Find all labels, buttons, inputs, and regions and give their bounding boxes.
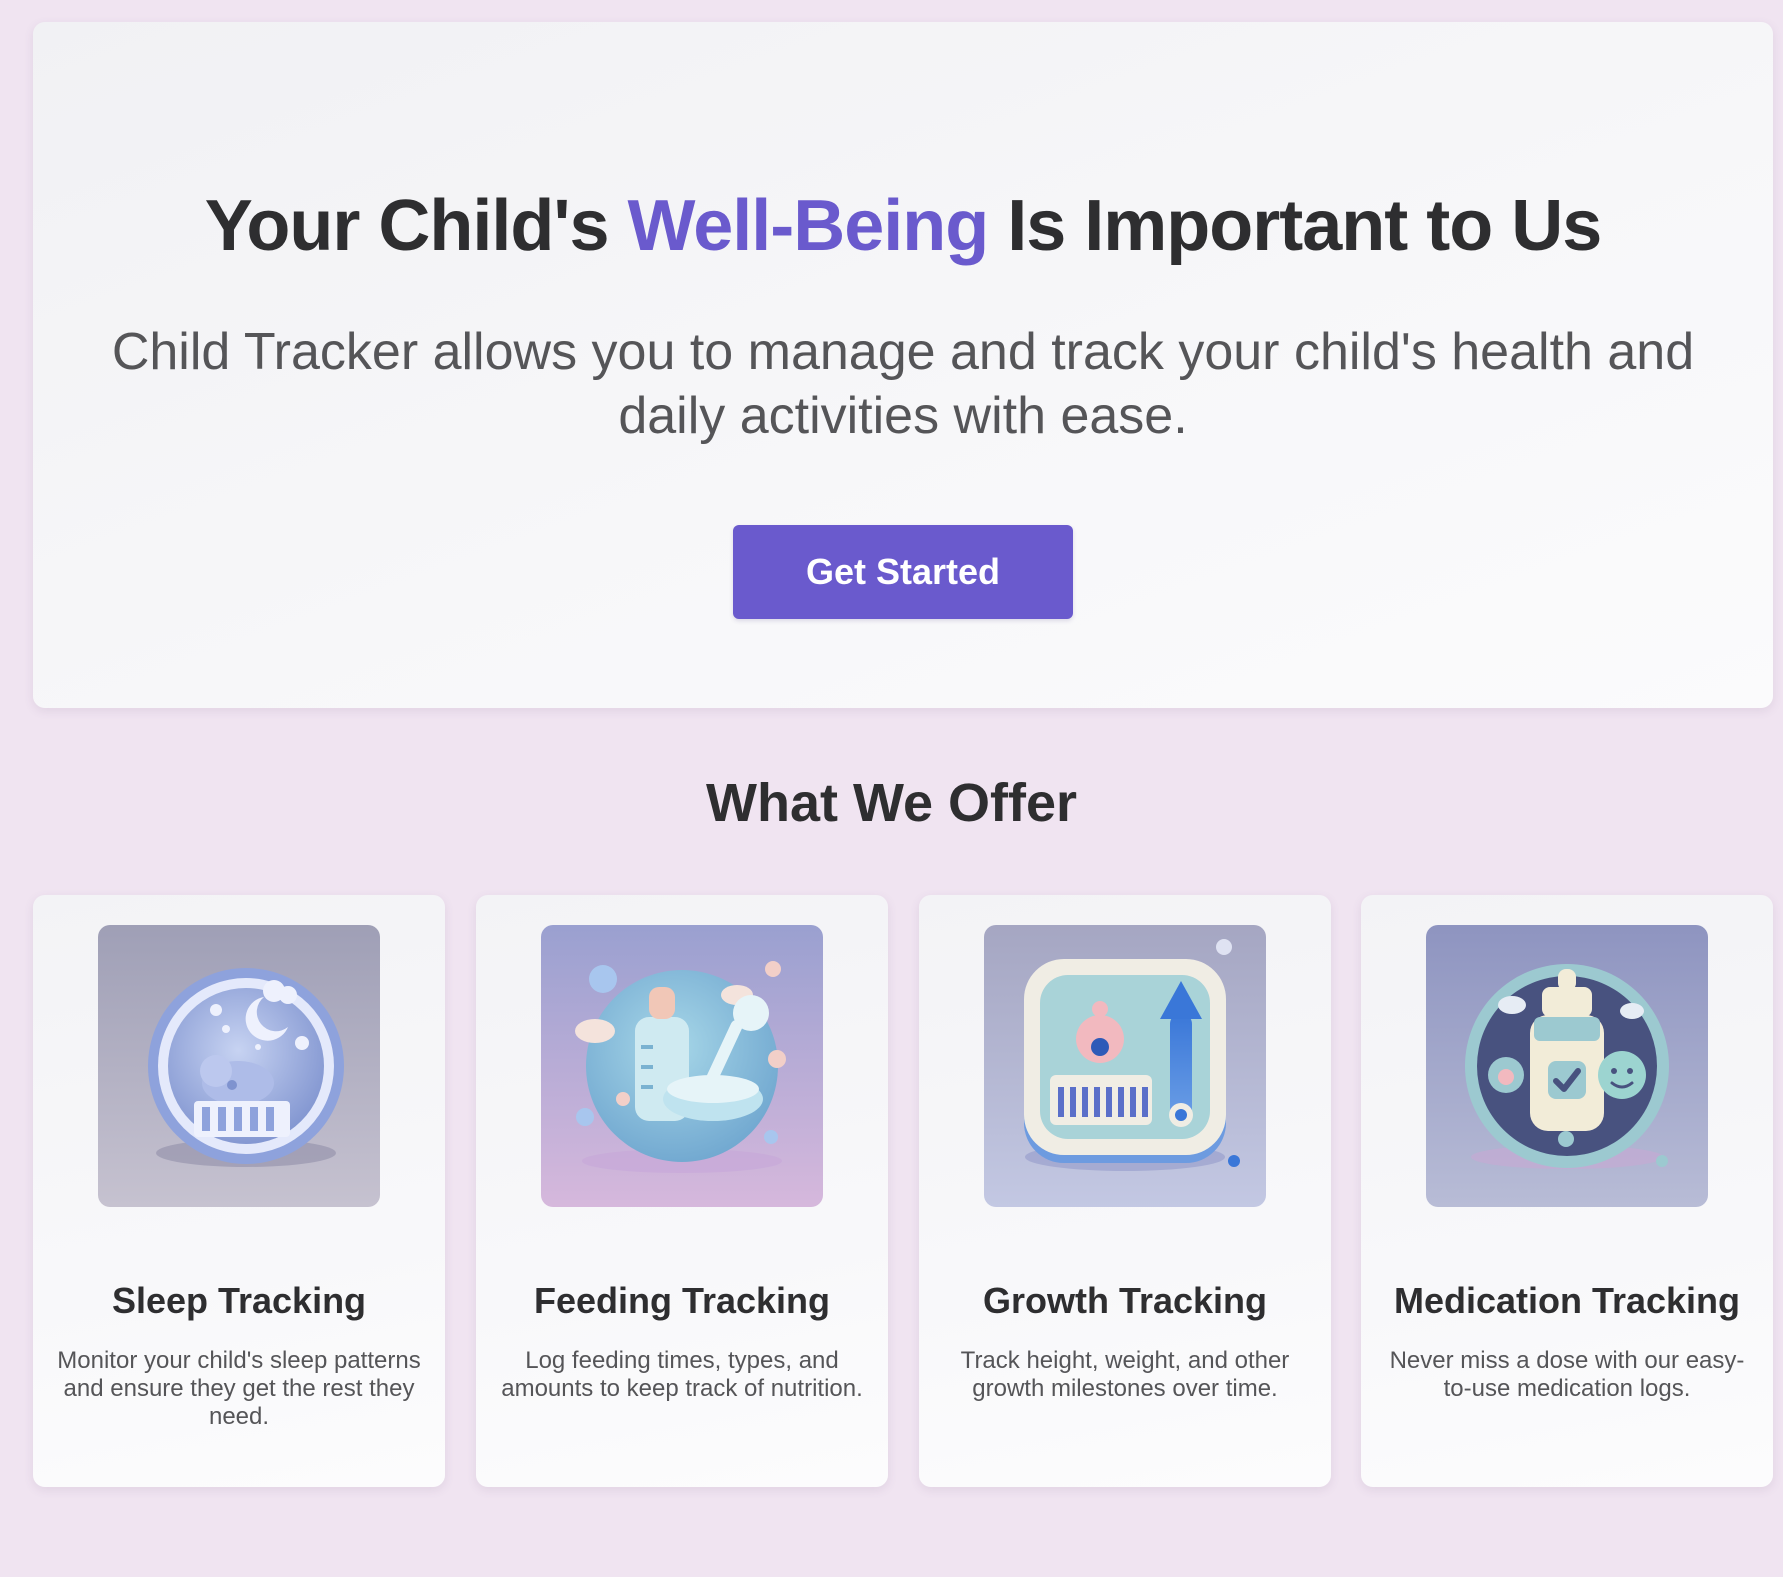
hero-subtitle: Child Tracker allows you to manage and t… [111, 323, 1695, 445]
card-description: Track height, weight, and other growth m… [960, 1347, 1290, 1402]
hero-section: Your Child's Well-Being Is Important to … [33, 22, 1773, 708]
hero-title-end: Is Important to Us [988, 186, 1602, 266]
growth-tracking-icon [984, 925, 1266, 1207]
sleep-tracking-icon [98, 925, 380, 1207]
card-title: Medication Tracking [1393, 1280, 1741, 1321]
feature-card-growth: Growth Tracking Track height, weight, an… [919, 895, 1331, 1487]
feeding-tracking-icon [541, 925, 823, 1207]
feature-card-medication: Medication Tracking Never miss a dose wi… [1361, 895, 1773, 1487]
feature-card-feeding: Feeding Tracking Log feeding times, type… [476, 895, 888, 1487]
section-title: What We Offer [705, 773, 1077, 833]
card-description: Log feeding times, types, and amounts to… [501, 1347, 863, 1402]
card-title: Sleep Tracking [111, 1280, 367, 1321]
card-description: Monitor your child's sleep patterns and … [57, 1347, 421, 1430]
hero-title-start: Your Child's [204, 186, 628, 266]
card-title: Growth Tracking [982, 1280, 1268, 1321]
card-description: Never miss a dose with our easy-to-use m… [1389, 1347, 1745, 1402]
medication-tracking-icon [1426, 925, 1708, 1207]
feature-card-sleep: Sleep Tracking Monitor your child's slee… [33, 895, 445, 1487]
hero-title-accent: Well-Being [627, 186, 990, 266]
get-started-button[interactable]: Get Started [733, 525, 1073, 619]
hero-title: Your Child's Well-Being Is Important to … [33, 182, 1773, 270]
card-title: Feeding Tracking [533, 1280, 831, 1321]
